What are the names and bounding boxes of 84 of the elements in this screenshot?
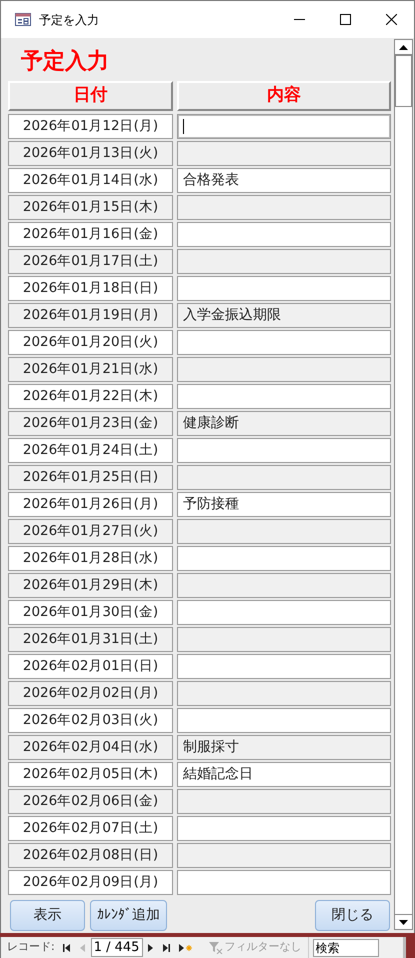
content-field[interactable] xyxy=(177,870,391,895)
date-cell: 2026年02月03日(火) xyxy=(8,708,173,733)
date-cell: 2026年02月06日(金) xyxy=(8,789,173,814)
content-field[interactable] xyxy=(177,249,391,274)
record-label: レコード: xyxy=(7,939,55,956)
date-cell: 2026年02月09日(月) xyxy=(8,870,173,895)
content-field[interactable] xyxy=(177,384,391,409)
content-field[interactable] xyxy=(177,330,391,355)
date-cell: 2026年01月13日(火) xyxy=(8,141,173,166)
date-cell: 2026年01月21日(水) xyxy=(8,357,173,382)
date-cell: 2026年01月31日(土) xyxy=(8,627,173,652)
date-cell: 2026年01月15日(木) xyxy=(8,195,173,220)
record-number-field[interactable]: 1 / 445 xyxy=(90,938,143,957)
date-cell: 2026年01月30日(金) xyxy=(8,600,173,625)
search-field[interactable]: 検索 xyxy=(312,938,379,956)
content-field[interactable] xyxy=(177,843,391,868)
date-cell: 2026年01月19日(月) xyxy=(8,303,173,328)
date-cell: 2026年01月14日(水) xyxy=(8,168,173,193)
content-field[interactable] xyxy=(177,708,391,733)
content-field[interactable]: 合格発表 xyxy=(177,168,391,193)
new-record-icon xyxy=(178,944,193,952)
date-cell: 2026年01月22日(木) xyxy=(8,384,173,409)
content-field[interactable] xyxy=(177,276,391,301)
scroll-down-button[interactable] xyxy=(394,914,413,930)
scrollbar-thumb[interactable] xyxy=(395,55,412,107)
content-field[interactable] xyxy=(177,654,391,679)
date-cell: 2026年01月28日(水) xyxy=(8,546,173,571)
form-icon xyxy=(15,13,31,26)
form-heading: 予定入力 xyxy=(20,48,110,76)
date-cell: 2026年01月23日(金) xyxy=(8,411,173,436)
content-field[interactable]: 入学金振込期限 xyxy=(177,303,391,328)
content-field[interactable] xyxy=(177,141,391,166)
window-title: 予定を入力 xyxy=(39,12,99,28)
first-arrow-icon xyxy=(62,944,71,952)
date-cell: 2026年02月01日(日) xyxy=(8,654,173,679)
content-field[interactable]: 制服採寸 xyxy=(177,735,391,760)
content-field[interactable]: 予防接種 xyxy=(177,492,391,517)
date-cell: 2026年02月04日(水) xyxy=(8,735,173,760)
maximize-icon xyxy=(340,14,350,25)
form-button[interactable]: ｶﾚﾝﾀﾞ追加 xyxy=(90,900,167,931)
next-arrow-icon xyxy=(146,944,155,952)
date-cell: 2026年01月17日(土) xyxy=(8,249,173,274)
content-field[interactable] xyxy=(177,627,391,652)
date-cell: 2026年01月24日(土) xyxy=(8,438,173,463)
content-field[interactable]: 健康診断 xyxy=(177,411,391,436)
filter-icon xyxy=(208,942,223,954)
content-field[interactable]: 結婚記念日 xyxy=(177,762,391,787)
content-field[interactable] xyxy=(177,195,391,220)
content-field[interactable] xyxy=(177,465,391,490)
date-cell: 2026年01月25日(日) xyxy=(8,465,173,490)
prev-arrow-icon xyxy=(78,944,87,952)
date-cell: 2026年01月26日(月) xyxy=(8,492,173,517)
date-cell: 2026年02月08日(日) xyxy=(8,843,173,868)
date-cell: 2026年02月05日(木) xyxy=(8,762,173,787)
up-arrow-icon xyxy=(399,44,408,50)
content-field[interactable] xyxy=(177,681,391,706)
content-field[interactable] xyxy=(177,222,391,247)
content-field[interactable] xyxy=(177,519,391,544)
date-cell: 2026年01月18日(日) xyxy=(8,276,173,301)
date-cell: 2026年01月20日(火) xyxy=(8,330,173,355)
content-field[interactable] xyxy=(177,546,391,571)
date-cell: 2026年01月29日(木) xyxy=(8,573,173,598)
last-arrow-icon xyxy=(162,944,171,952)
date-cell: 2026年01月27日(火) xyxy=(8,519,173,544)
column-header: 日付 xyxy=(8,81,173,111)
content-field[interactable] xyxy=(177,600,391,625)
content-field[interactable] xyxy=(177,357,391,382)
scroll-up-button[interactable] xyxy=(394,39,413,55)
date-cell: 2026年01月12日(月) xyxy=(8,114,173,139)
form-button[interactable]: 閉じる xyxy=(315,900,390,931)
down-arrow-icon xyxy=(399,920,408,924)
date-cell: 2026年02月07日(土) xyxy=(8,816,173,841)
content-field[interactable] xyxy=(177,573,391,598)
column-header: 内容 xyxy=(177,81,391,111)
form-button[interactable]: 表示 xyxy=(10,900,85,931)
content-field[interactable] xyxy=(177,816,391,841)
content-field[interactable] xyxy=(177,114,391,139)
date-cell: 2026年02月02日(月) xyxy=(8,681,173,706)
close-icon xyxy=(386,14,396,25)
minimize-icon xyxy=(294,19,304,20)
text-cursor xyxy=(183,119,184,134)
date-cell: 2026年01月16日(金) xyxy=(8,222,173,247)
content-field[interactable] xyxy=(177,789,391,814)
content-field[interactable] xyxy=(177,438,391,463)
